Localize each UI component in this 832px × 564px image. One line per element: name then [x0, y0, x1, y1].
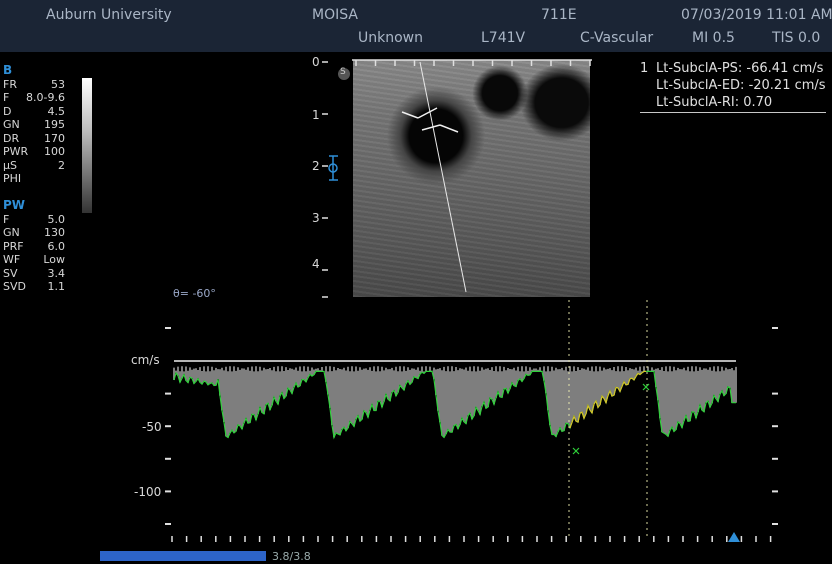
- doppler-spectrum: [165, 300, 778, 542]
- velocity-tick-100: -100: [134, 485, 162, 499]
- cine-progress-label: 3.8/3.8: [272, 550, 311, 563]
- caliper-marker-1: [572, 447, 580, 455]
- cine-progress-fill: [100, 551, 266, 561]
- velocity-unit: cm/s: [131, 353, 160, 367]
- caliper-marker-2: [642, 383, 650, 391]
- spectral-waveform: [173, 366, 737, 438]
- cine-progress-bar[interactable]: [100, 551, 266, 561]
- velocity-tick-50: -50: [142, 420, 162, 434]
- sweep-marker: [728, 532, 740, 542]
